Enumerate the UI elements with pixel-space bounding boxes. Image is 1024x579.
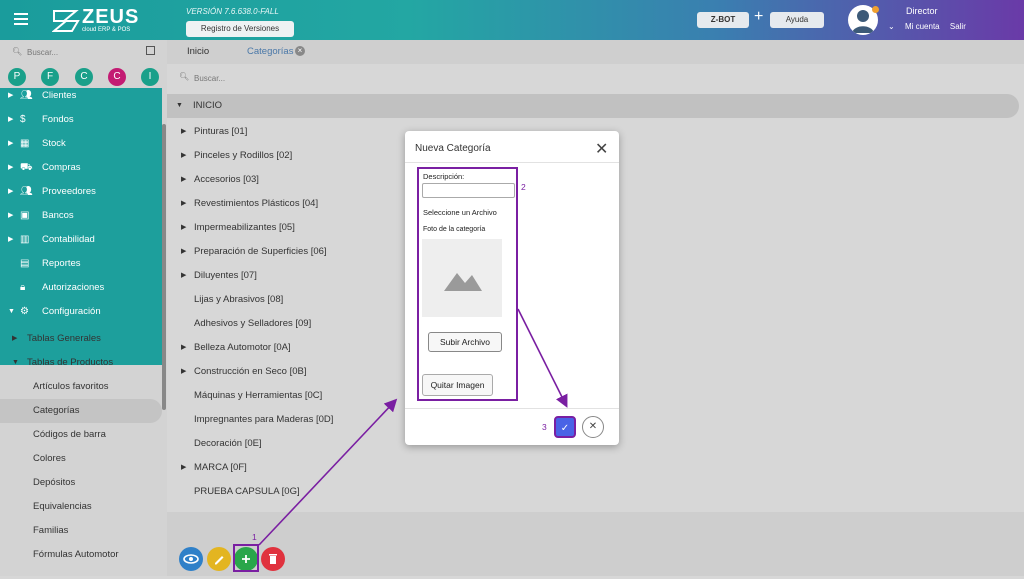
annotation-arrows <box>258 308 568 546</box>
arrow-to-modal <box>258 398 398 546</box>
arrow-to-confirm <box>517 308 568 408</box>
